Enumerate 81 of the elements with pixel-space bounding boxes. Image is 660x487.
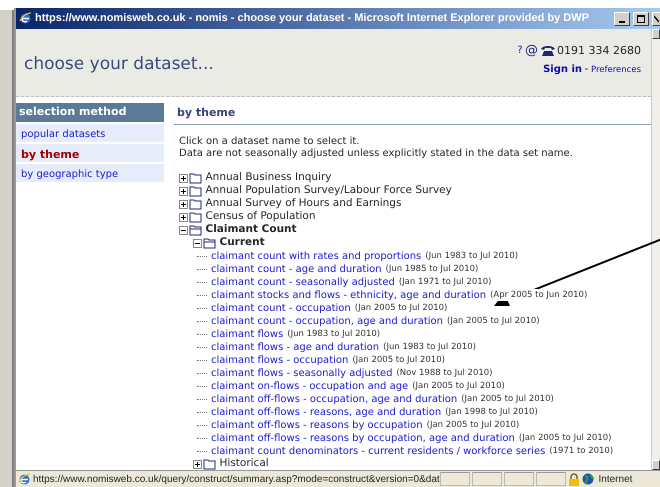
sidebar-item[interactable]: popular datasets (16, 124, 164, 142)
dataset-link[interactable]: claimant flows - occupation (211, 352, 348, 368)
folder-label[interactable]: Annual Population Survey/Labour Force Survey (206, 183, 452, 199)
dataset-link[interactable]: claimant flows (211, 326, 284, 342)
expand-icon[interactable] (179, 174, 188, 182)
close-button[interactable] (652, 12, 660, 26)
close-icon (654, 14, 659, 22)
dataset-link[interactable]: claimant count - age and duration (211, 262, 382, 276)
date-range: (Jun 1983 to Jul 2010) (383, 340, 476, 354)
folder-icon (189, 184, 203, 198)
folder-icon (189, 172, 203, 184)
folder-icon (189, 224, 203, 236)
dataset-link[interactable]: claimant off-flows - reasons by occupation, age and duration (211, 430, 515, 446)
date-range: (Jan 2005 to Jul 2010) (354, 302, 448, 314)
expand-icon[interactable] (179, 200, 188, 208)
date-range: (Jan 1971 to Jul 2010) (398, 276, 492, 288)
dataset-link[interactable]: claimant off-flows - occupation, age and duration (211, 392, 458, 406)
folder-label[interactable]: Census of Population (206, 209, 316, 225)
sidebar-item[interactable]: by theme (16, 144, 164, 162)
dataset-link[interactable]: claimant stocks and flows - ethnicity, age and duration (211, 288, 486, 302)
preferences-link[interactable]: Preferences (591, 64, 641, 74)
folder-label[interactable]: Current (220, 235, 265, 251)
phone-number: 0191 334 2680 (557, 42, 641, 58)
globe-icon (582, 473, 594, 485)
folder-label[interactable]: Claimant Count (206, 222, 297, 238)
date-range: (Jan 1998 to Jul 2010) (445, 406, 538, 418)
page-title: choose your dataset... (24, 53, 214, 76)
sidebar-heading: selection method (16, 103, 164, 122)
dataset-link[interactable]: claimant flows - age and duration (211, 340, 380, 354)
folder-label[interactable]: Historical (220, 456, 269, 472)
date-range: (Jan 2005 to Jul 2010) (518, 432, 612, 444)
maximize-button[interactable] (633, 12, 649, 26)
date-range: (Jan 2005 to Jul 2010) (426, 418, 520, 432)
intro-text: Data are not seasonally adjusted unless explicitly stated in the data set name. (178, 148, 574, 160)
dataset-link[interactable]: claimant off-flows - reasons, age and duration (211, 404, 442, 420)
date-range: (Jan 2005 to Jul 2010) (461, 392, 554, 406)
phone-icon (540, 45, 555, 56)
date-range: (Jan 2005 to Jul 2010) (447, 314, 540, 328)
intro-text: Click on a dataset name to select it. (178, 136, 360, 148)
browser-icon (19, 12, 32, 25)
lock-icon (568, 472, 580, 486)
folder-icon (189, 198, 203, 210)
status-url: https://www.nomisweb.co.uk/query/construct/summary.asp?mode=construct&version=0&dat (33, 472, 438, 486)
minimize-icon (619, 20, 625, 22)
window-title: https://www.nomisweb.co.uk - nomis - choose your dataset - Microsoft Internet Explorer provided by DWP (35, 11, 590, 26)
dataset-link[interactable]: claimant on-flows - occupation and age (211, 378, 408, 394)
date-range: (Apr 2005 to Jun 2010) (490, 288, 588, 302)
date-range: (1971 to 2010) (549, 444, 614, 458)
dataset-link[interactable]: claimant count - occupation (211, 300, 351, 316)
folder-label[interactable]: Annual Business Inquiry (206, 170, 332, 186)
section-title: by theme (174, 103, 651, 124)
collapse-icon[interactable] (193, 238, 202, 248)
date-range: (Jan 2005 to Jul 2010) (352, 354, 445, 366)
sign-in-link[interactable]: Sign in (543, 64, 582, 74)
expand-icon[interactable] (179, 212, 188, 222)
help-link[interactable]: ? (517, 43, 523, 58)
maximize-icon (637, 14, 645, 22)
date-range: (Jan 2005 to Jul 2010) (412, 380, 505, 392)
zone-label: Internet (598, 472, 632, 486)
date-range: (Jun 1983 to Jul 2010) (425, 250, 518, 262)
dataset-link[interactable]: claimant count with rates and proportions (211, 248, 422, 264)
folder-icon (203, 236, 217, 250)
minimize-button[interactable] (614, 12, 630, 26)
scrollbar[interactable] (651, 29, 660, 470)
date-range: (Jun 1985 to Jul 2010) (386, 262, 478, 276)
separator-text: - (584, 62, 588, 74)
dataset-link[interactable]: claimant flows - seasonally adjusted (211, 366, 392, 380)
sidebar-item[interactable]: by geographic type (16, 164, 164, 182)
expand-icon[interactable] (193, 460, 202, 468)
dataset-link[interactable]: claimant count - occupation, age and duration (211, 314, 443, 328)
folder-label[interactable]: Annual Survey of Hours and Earnings (206, 196, 402, 212)
dataset-link[interactable]: claimant off-flows - reasons by occupation (211, 418, 423, 432)
email-link[interactable]: @ (525, 41, 538, 60)
date-range: (Nov 1988 to Jul 2010) (396, 366, 493, 380)
expand-icon[interactable] (179, 186, 188, 196)
date-range: (Jun 1983 to Jul 2010) (287, 328, 380, 340)
folder-icon (189, 210, 203, 224)
collapse-icon[interactable] (179, 226, 188, 234)
dataset-link[interactable]: claimant count - seasonally adjusted (211, 274, 395, 290)
page-icon (18, 472, 31, 486)
dataset-link[interactable]: claimant count denominators - current residents / workforce series (211, 444, 546, 458)
